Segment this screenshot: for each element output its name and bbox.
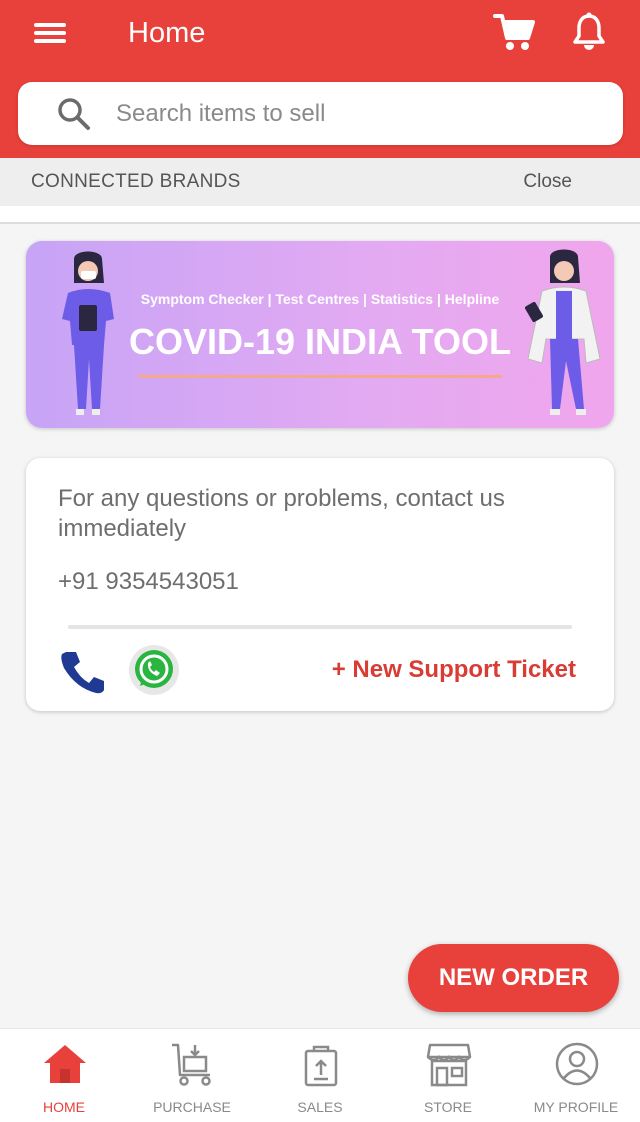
store-icon	[426, 1043, 472, 1087]
search-icon	[58, 98, 90, 130]
banner-subtitle: Symptom Checker | Test Centres | Statist…	[140, 291, 500, 307]
new-support-ticket-link[interactable]: + New Support Ticket	[332, 656, 576, 684]
nav-label-my-profile: MY PROFILE	[533, 1099, 619, 1115]
support-phone-number: +91 9354543051	[58, 568, 239, 595]
home-icon	[44, 1045, 86, 1083]
connected-brands-title: CONNECTED BRANDS	[31, 171, 241, 192]
nav-label-store: STORE	[424, 1099, 472, 1115]
covid-tool-banner[interactable]: Symptom Checker | Test Centres | Statist…	[26, 241, 614, 428]
nav-label-home: HOME	[43, 1099, 85, 1115]
menu-icon[interactable]	[30, 18, 70, 48]
search-input[interactable]	[116, 92, 596, 136]
search-bar	[18, 82, 623, 145]
banner-underline	[138, 375, 502, 378]
bottom-nav: HOME PURCHASE SALES STORE MY PROFILE	[0, 1028, 640, 1122]
nav-item-home[interactable]: HOME	[0, 1029, 128, 1122]
app-bar: Home	[0, 0, 640, 158]
support-card: For any questions or problems, contact u…	[26, 458, 614, 711]
cart-icon[interactable]	[492, 10, 536, 54]
nav-item-store[interactable]: STORE	[384, 1029, 512, 1122]
trolley-icon	[172, 1043, 211, 1086]
nav-item-sales[interactable]: SALES	[256, 1029, 384, 1122]
new-order-button[interactable]: NEW ORDER	[408, 944, 619, 1012]
shopping-bag-icon	[304, 1045, 338, 1087]
divider	[68, 625, 572, 629]
close-button[interactable]: Close	[523, 171, 572, 193]
nav-item-my-profile[interactable]: MY PROFILE	[512, 1029, 640, 1122]
profile-icon	[555, 1042, 599, 1086]
whatsapp-icon[interactable]	[128, 644, 180, 696]
bell-icon[interactable]	[570, 12, 608, 52]
connected-brands-header: CONNECTED BRANDS Close	[0, 158, 640, 206]
page-title: Home	[128, 17, 206, 49]
connected-brands-list	[0, 206, 640, 224]
support-message: For any questions or problems, contact u…	[58, 485, 505, 542]
phone-icon[interactable]	[56, 646, 106, 696]
banner-title: COVID-19 INDIA TOOL	[128, 321, 512, 362]
nav-label-sales: SALES	[297, 1099, 343, 1115]
nav-label-purchase: PURCHASE	[153, 1099, 231, 1115]
nav-item-purchase[interactable]: PURCHASE	[128, 1029, 256, 1122]
